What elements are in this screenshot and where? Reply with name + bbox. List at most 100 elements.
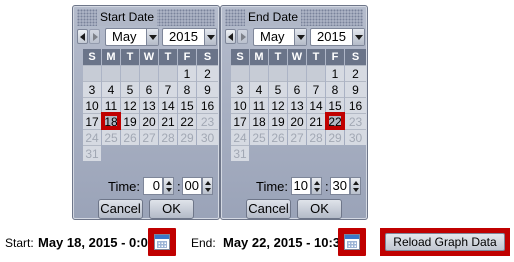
day-cell[interactable]: 16 [345, 97, 366, 113]
day-cell[interactable]: 12 [269, 97, 287, 113]
day-cell[interactable]: 11 [250, 97, 268, 113]
day-cell[interactable]: 27 [288, 129, 306, 145]
start-calendar-button[interactable] [148, 228, 176, 256]
year-dropdown-button[interactable] [352, 29, 364, 45]
next-month-button[interactable] [237, 29, 248, 44]
day-cell[interactable]: 20 [140, 113, 158, 129]
day-cell[interactable]: 24 [83, 129, 101, 145]
day-cell[interactable]: 19 [269, 113, 287, 129]
day-cell[interactable]: 22 [178, 113, 196, 129]
month-dropdown-button[interactable] [294, 29, 306, 45]
day-cell[interactable]: 10 [231, 97, 249, 113]
day-cell[interactable]: 21 [307, 113, 325, 129]
day-cell[interactable]: 23 [345, 113, 366, 129]
day-cell[interactable]: 30 [345, 129, 366, 145]
day-cell[interactable]: 27 [140, 129, 158, 145]
day-cell[interactable]: 26 [269, 129, 287, 145]
day-cell[interactable]: 24 [231, 129, 249, 145]
cancel-button[interactable]: Cancel [98, 199, 143, 219]
day-cell[interactable]: 15 [326, 97, 344, 113]
minute-stepper[interactable] [350, 177, 361, 195]
day-cell[interactable]: 13 [288, 97, 306, 113]
day-cell[interactable]: 1 [326, 65, 344, 81]
cancel-button[interactable]: Cancel [246, 199, 291, 219]
day-cell[interactable]: 17 [83, 113, 101, 129]
empty-day-cell [121, 65, 139, 81]
day-cell[interactable]: 13 [140, 97, 158, 113]
day-cell[interactable]: 26 [121, 129, 139, 145]
selected-day-cell[interactable]: 22 [325, 112, 345, 130]
year-select[interactable]: 2015 [162, 28, 217, 46]
picker-title-bar[interactable]: End Date [225, 9, 363, 26]
day-cell[interactable]: 20 [288, 113, 306, 129]
day-cell[interactable]: 6 [140, 81, 158, 97]
day-cell[interactable]: 9 [345, 81, 366, 97]
day-cell[interactable]: 18 [250, 113, 268, 129]
day-cell[interactable]: 3 [83, 81, 101, 97]
year-select[interactable]: 2015 [310, 28, 365, 46]
weekday-header: S [83, 49, 101, 65]
hour-field[interactable]: 0 [143, 177, 163, 195]
reload-graph-data-button[interactable]: Reload Graph Data [385, 233, 505, 251]
day-cell[interactable]: 21 [159, 113, 177, 129]
day-cell[interactable]: 17 [231, 113, 249, 129]
day-cell[interactable]: 12 [121, 97, 139, 113]
day-cell[interactable]: 7 [159, 81, 177, 97]
day-cell[interactable]: 6 [288, 81, 306, 97]
day-cell[interactable]: 16 [197, 97, 218, 113]
prev-month-button[interactable] [77, 29, 88, 44]
next-month-button[interactable] [89, 29, 100, 44]
month-select[interactable]: May [253, 28, 307, 46]
day-cell[interactable]: 30 [197, 129, 218, 145]
ok-button[interactable]: OK [149, 199, 194, 219]
minute-stepper[interactable] [202, 177, 213, 195]
hour-field[interactable]: 10 [291, 177, 311, 195]
day-cell[interactable]: 2 [197, 65, 218, 81]
day-cell[interactable]: 31 [231, 145, 249, 161]
day-cell[interactable]: 9 [197, 81, 218, 97]
day-cell[interactable]: 2 [345, 65, 366, 81]
day-cell[interactable]: 5 [121, 81, 139, 97]
day-cell[interactable]: 3 [231, 81, 249, 97]
prev-month-button[interactable] [225, 29, 236, 44]
day-cell[interactable]: 15 [178, 97, 196, 113]
chevron-down-icon [355, 35, 363, 40]
month-select[interactable]: May [105, 28, 159, 46]
minute-field[interactable]: 30 [330, 177, 350, 195]
day-cell[interactable]: 14 [307, 97, 325, 113]
day-cell[interactable]: 29 [178, 129, 196, 145]
empty-day-cell [288, 65, 306, 81]
day-cell[interactable]: 25 [102, 129, 120, 145]
day-cell[interactable]: 5 [269, 81, 287, 97]
day-cell[interactable]: 10 [83, 97, 101, 113]
end-calendar-button[interactable] [338, 228, 366, 256]
day-cell[interactable]: 19 [121, 113, 139, 129]
weekday-header: T [269, 49, 287, 65]
day-cell[interactable]: 8 [178, 81, 196, 97]
day-cell[interactable]: 4 [102, 81, 120, 97]
day-cell[interactable]: 28 [159, 129, 177, 145]
day-cell[interactable]: 11 [102, 97, 120, 113]
day-cell[interactable]: 8 [326, 81, 344, 97]
time-colon: : [177, 179, 181, 194]
day-cell[interactable]: 31 [83, 145, 101, 161]
ok-button[interactable]: OK [297, 199, 342, 219]
chevron-down-icon [353, 188, 359, 192]
day-cell[interactable]: 4 [250, 81, 268, 97]
weekday-header: T [121, 49, 139, 65]
day-cell[interactable]: 28 [307, 129, 325, 145]
year-dropdown-button[interactable] [204, 29, 216, 45]
weekday-header: M [102, 49, 120, 65]
day-cell[interactable]: 25 [250, 129, 268, 145]
minute-field[interactable]: 00 [182, 177, 202, 195]
month-dropdown-button[interactable] [146, 29, 158, 45]
hour-stepper[interactable] [311, 177, 322, 195]
day-cell[interactable]: 29 [326, 129, 344, 145]
hour-stepper[interactable] [163, 177, 174, 195]
day-cell[interactable]: 14 [159, 97, 177, 113]
day-cell[interactable]: 1 [178, 65, 196, 81]
picker-title-bar[interactable]: Start Date [77, 9, 215, 26]
day-cell[interactable]: 23 [197, 113, 218, 129]
day-cell[interactable]: 7 [307, 81, 325, 97]
selected-day-cell[interactable]: 18 [101, 112, 121, 130]
